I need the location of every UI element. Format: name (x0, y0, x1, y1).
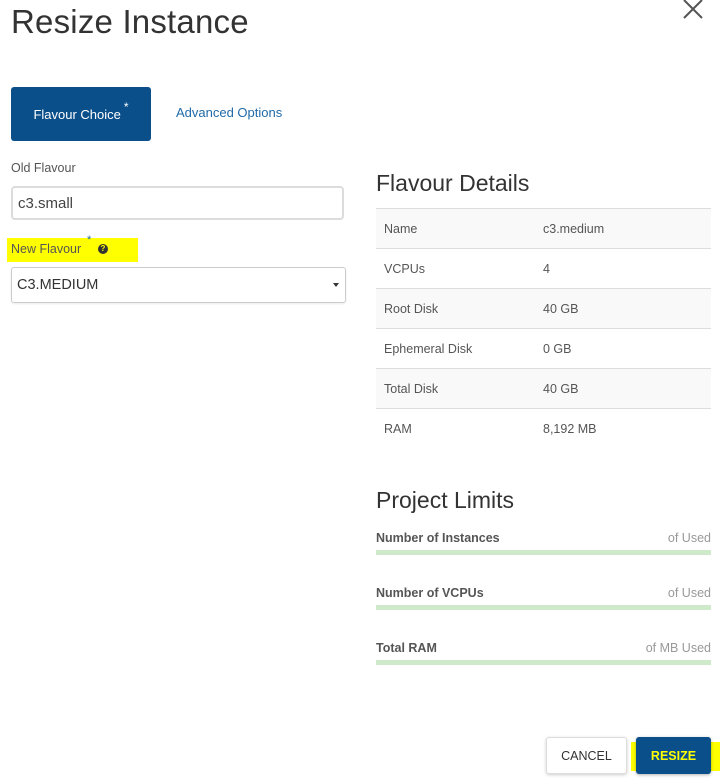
flavour-details-table: Name c3.medium VCPUs 4 Root Disk 40 GB E… (376, 208, 711, 449)
new-flavour-selected-value: C3.MEDIUM (17, 277, 99, 293)
tab-flavour-choice-label: Flavour Choice (33, 106, 121, 122)
resize-button[interactable]: RESIZE (636, 737, 711, 774)
dialog-title: Resize Instance (11, 3, 249, 40)
new-flavour-label: New Flavour (11, 242, 82, 256)
limit-progress-bar (376, 550, 711, 555)
table-row: VCPUs 4 (376, 248, 711, 289)
detail-name: VCPUs (376, 248, 543, 289)
flavour-details-heading: Flavour Details (376, 170, 530, 196)
tab-advanced-options[interactable]: Advanced Options (176, 105, 282, 120)
detail-value: 40 GB (543, 368, 711, 409)
detail-name: Total Disk (376, 368, 543, 409)
cancel-button[interactable]: CANCEL (546, 737, 627, 774)
limit-name: Number of VCPUs (376, 586, 484, 600)
limit-progress-bar (376, 605, 711, 610)
old-flavour-label: Old Flavour (11, 161, 76, 175)
table-row: Root Disk 40 GB (376, 288, 711, 329)
table-row: Ephemeral Disk 0 GB (376, 328, 711, 369)
limit-instances: Number of Instances of Used (376, 531, 711, 561)
project-limits-heading: Project Limits (376, 487, 515, 513)
required-marker: * (123, 100, 129, 114)
detail-value: 8,192 MB (543, 408, 711, 449)
tab-flavour-choice[interactable]: Flavour Choice * (11, 87, 151, 141)
limit-used: of Used (667, 586, 711, 600)
detail-name: Ephemeral Disk (376, 328, 543, 369)
question-circle-icon[interactable]: ? (98, 244, 108, 254)
detail-name: RAM (376, 408, 543, 449)
detail-value: c3.medium (543, 208, 711, 249)
detail-value: 0 GB (543, 328, 711, 369)
table-row: Name c3.medium (376, 208, 711, 249)
detail-value: 40 GB (543, 288, 711, 329)
new-flavour-select[interactable]: C3.MEDIUM (11, 267, 346, 303)
limit-name: Total RAM (376, 641, 437, 655)
close-icon[interactable] (680, 0, 706, 20)
old-flavour-field[interactable] (11, 186, 344, 220)
detail-name: Name (376, 208, 543, 249)
detail-value: 4 (543, 248, 711, 289)
limit-vcpus: Number of VCPUs of Used (376, 586, 711, 616)
limit-progress-bar (376, 660, 711, 665)
limit-name: Number of Instances (376, 531, 500, 545)
caret-down-icon (333, 283, 339, 287)
limit-used: of MB Used (645, 641, 711, 655)
limit-used: of Used (667, 531, 711, 545)
detail-name: Root Disk (376, 288, 543, 329)
required-marker: * (87, 234, 92, 246)
table-row: RAM 8,192 MB (376, 408, 711, 449)
limit-ram: Total RAM of MB Used (376, 641, 711, 671)
table-row: Total Disk 40 GB (376, 368, 711, 409)
